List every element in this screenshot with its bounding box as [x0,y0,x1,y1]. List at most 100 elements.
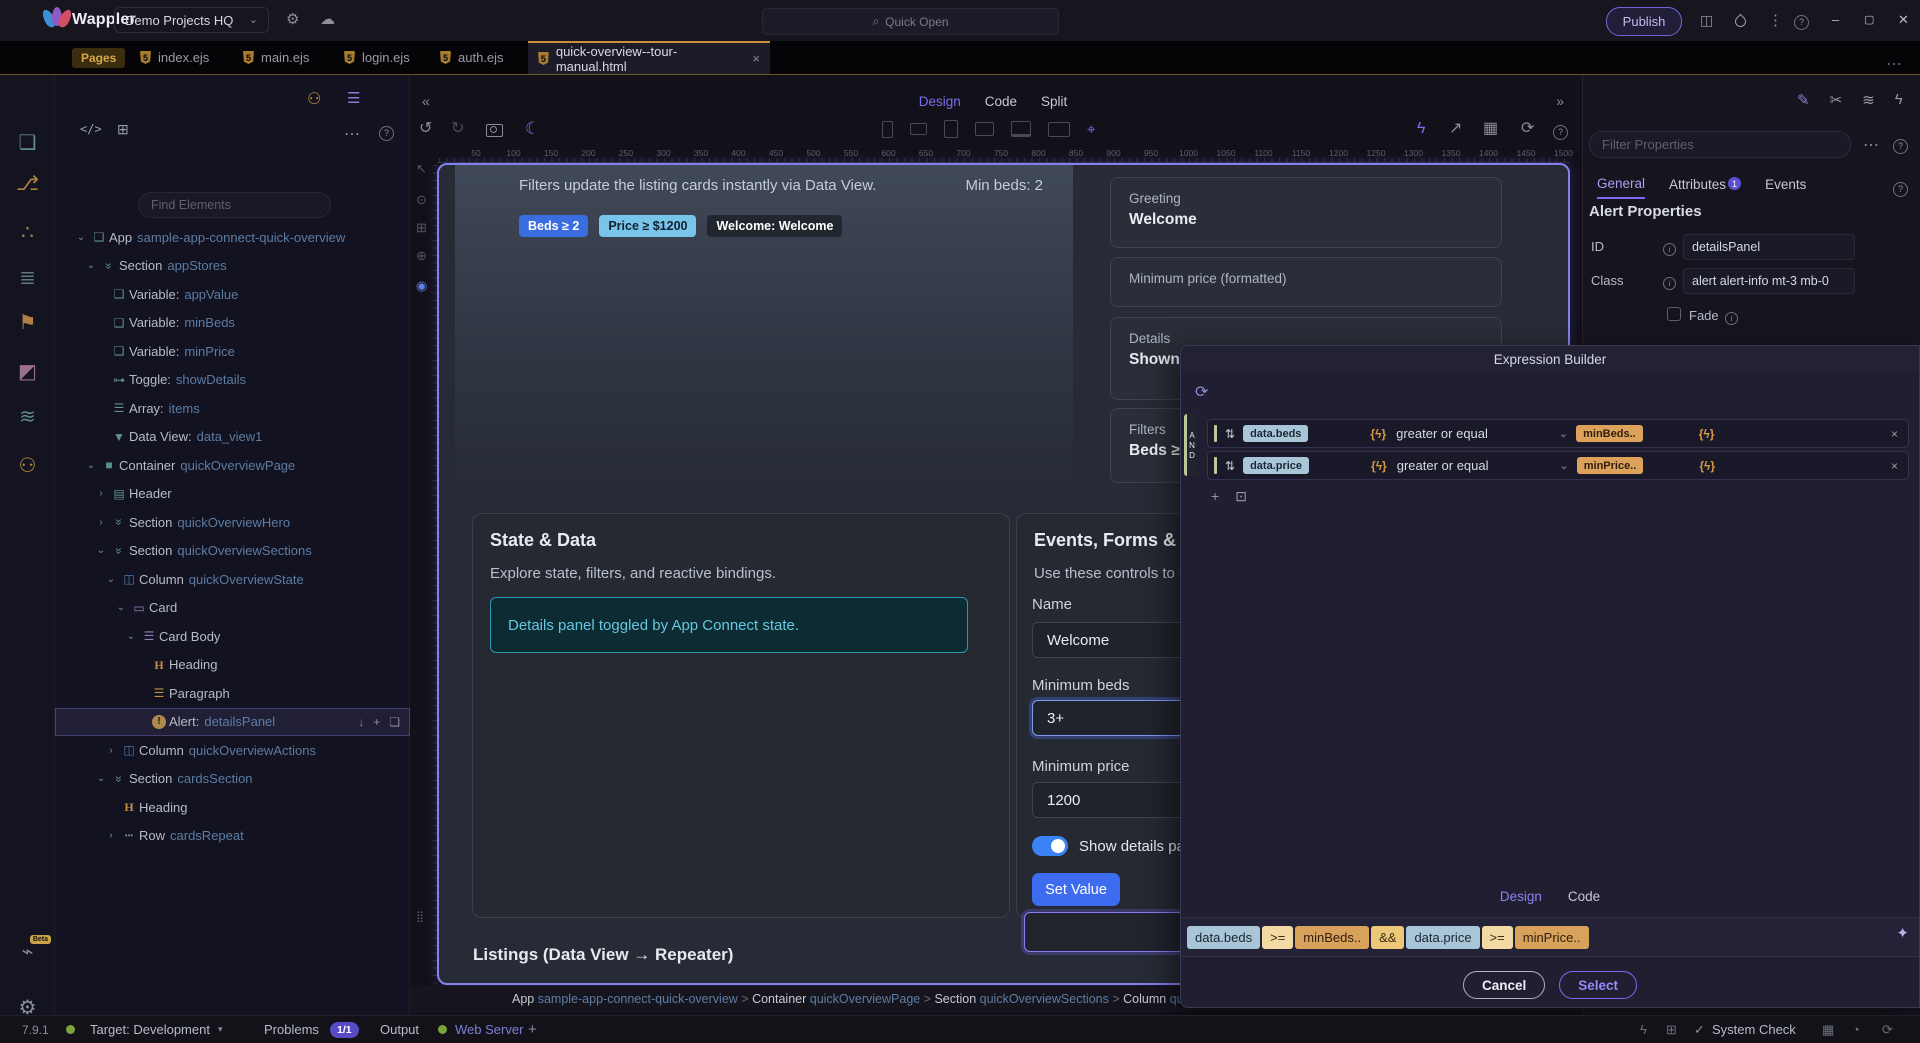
pages-badge[interactable]: Pages [72,48,125,68]
robot-icon[interactable]: ⚇ [0,456,55,476]
undo-icon[interactable]: ↺ [419,121,432,137]
tree-chevron-icon[interactable]: › [93,517,109,528]
condition-left-token[interactable]: data.beds [1243,425,1308,442]
kebab-menu-icon[interactable]: ⋮ [1768,13,1783,28]
tab-index.ejs[interactable]: 5index.ejs [140,41,209,74]
problems-button[interactable]: Problems [264,1016,319,1043]
tree-item-quickoverviewpage[interactable]: ⌄■ContainerquickOverviewPage [55,451,410,480]
operator-select[interactable]: greater or equal⌄ [1397,458,1569,473]
device-tablet-landscape-icon[interactable] [975,122,994,136]
theme-drop-icon[interactable] [1735,14,1746,32]
design-icon[interactable]: ◩ [0,362,55,382]
tree-chevron-icon[interactable]: ⌄ [73,232,89,243]
tab-main.ejs[interactable]: 5main.ejs [243,41,309,74]
add-icon[interactable]: + [373,715,380,729]
expression-token[interactable]: && [1371,926,1404,949]
open-browser-icon[interactable]: ↗ [1449,121,1462,137]
duplicate-icon[interactable]: ❏ [389,715,400,729]
dark-mode-icon[interactable]: ☾ [525,120,540,137]
tree-chevron-icon[interactable]: › [93,488,109,499]
expression-token[interactable]: >= [1262,926,1293,949]
expression-token[interactable]: data.price [1406,926,1479,949]
tree-chevron-icon[interactable]: ⌄ [93,773,109,784]
collapse-panel-icon[interactable]: « [422,93,430,109]
layout-status-icon[interactable]: ▦ [1822,1016,1834,1043]
tree-item-paragraph[interactable]: ☰Paragraph [55,679,410,708]
tree-chevron-icon[interactable]: ⌄ [113,602,129,613]
cut-icon[interactable]: ✂ [1830,91,1843,109]
restore-button[interactable]: ▢ [1864,13,1874,26]
target-selector[interactable]: Target: Development▾ [90,1016,222,1043]
tree-chevron-icon[interactable]: ⌄ [83,460,99,471]
cancel-button[interactable]: Cancel [1463,971,1545,999]
remove-condition-icon[interactable]: × [1891,427,1898,441]
tree-chevron-icon[interactable]: › [103,830,119,841]
device-phone-icon[interactable] [882,121,893,138]
focused-empty-input[interactable] [1024,912,1184,952]
show-details-toggle[interactable] [1032,836,1068,856]
tree-item-quickoverviewhero[interactable]: ›»SectionquickOverviewHero [55,508,410,537]
notifications-icon[interactable]: ◔ [1852,1016,1860,1043]
tree-item-cardssection[interactable]: ⌄»SectioncardsSection [55,765,410,794]
drag-grid-icon[interactable]: ⣿ [416,912,424,923]
add-group-icon[interactable]: ⊡ [1235,488,1247,505]
tree-item-appstores[interactable]: ⌄»SectionappStores [55,252,410,281]
tree-item-card[interactable]: ⌄▭Card [55,594,410,623]
breadcrumb-segment[interactable]: App [512,992,538,1006]
move-down-icon[interactable]: ↓ [358,715,364,729]
eye-tool-icon[interactable]: ◉ [416,279,427,292]
tree-item-data_view1[interactable]: ▼Data View:data_view1 [55,423,410,452]
dialog-refresh-icon[interactable]: ⟳ [1195,382,1208,402]
device-fluid-icon[interactable]: ⌖ [1087,121,1095,138]
redo-icon[interactable]: ↻ [451,121,464,137]
tree-chevron-icon[interactable]: › [103,745,119,756]
tree-chevron-icon[interactable]: ⌄ [103,574,119,585]
tree-item-showdetails[interactable]: ⊶Toggle:showDetails [55,366,410,395]
app-connect-icon[interactable]: ϟ [1417,121,1425,137]
tree-item-heading[interactable]: HHeading [55,793,410,822]
properties-help-icon[interactable]: ? [1893,136,1908,154]
device-tablet-icon[interactable] [944,120,958,138]
view-mode-design[interactable]: Design [919,94,961,109]
workbench-icon[interactable]: ⊞ [117,121,129,138]
condition-left-token[interactable]: data.price [1243,457,1309,474]
routes-icon[interactable]: ⚑ [0,313,55,333]
panels-layout-icon[interactable]: ◫ [1700,13,1713,27]
pages-icon[interactable]: ❏ [0,133,55,153]
system-check-button[interactable]: System Check [1712,1016,1796,1043]
styles-icon[interactable]: ≋ [1862,91,1875,109]
ai-assistant-icon[interactable]: ⚇ [307,89,321,109]
expression-token[interactable]: minBeds.. [1295,926,1369,949]
binding-picker-icon[interactable]: {ϟ} [1370,427,1386,441]
remove-condition-icon[interactable]: × [1891,459,1898,473]
publish-button[interactable]: Publish [1606,7,1682,36]
condition-right-token[interactable]: minPrice.. [1577,457,1644,474]
panel-more-icon[interactable]: ⋯ [344,124,360,144]
close-tab-icon[interactable]: × [752,51,760,66]
breadcrumb-segment[interactable]: Container [752,992,810,1006]
set-value-button[interactable]: Set Value [1032,873,1120,906]
sort-icon[interactable]: ⇅ [1225,427,1235,441]
properties-tab-general[interactable]: General [1597,176,1645,199]
filter-properties-input[interactable]: Filter Properties [1589,131,1851,158]
code-view-icon[interactable]: </> [80,122,102,136]
binding-picker-icon[interactable]: {ϟ} [1371,459,1387,473]
tree-item-minbeds[interactable]: ❑Variable:minBeds [55,309,410,338]
binding-picker-icon[interactable]: {ϟ} [1699,427,1715,441]
magic-wand-icon[interactable]: ✦ [1896,924,1909,942]
tab-login.ejs[interactable]: 5login.ejs [344,41,410,74]
terminal-icon[interactable]: ϟ [1640,1016,1647,1043]
close-window-button[interactable]: ✕ [1898,12,1909,28]
pointer-tool-icon[interactable]: ↖ [416,162,427,175]
add-condition-icon[interactable]: + [1211,488,1219,505]
expression-token[interactable]: >= [1482,926,1513,949]
webserver-button[interactable]: Web Server [455,1016,523,1043]
dialog-tab-code[interactable]: Code [1568,889,1600,904]
expression-token[interactable]: minPrice.. [1515,926,1589,949]
qr-preview-icon[interactable]: ▦ [1483,121,1498,137]
tab-overflow-icon[interactable]: ⋯ [1886,54,1902,74]
tree-item-heading[interactable]: HHeading [55,651,410,680]
expression-token[interactable]: data.beds [1187,926,1260,949]
dialog-tab-design[interactable]: Design [1500,889,1542,904]
field-input-id[interactable]: detailsPanel [1683,234,1855,260]
